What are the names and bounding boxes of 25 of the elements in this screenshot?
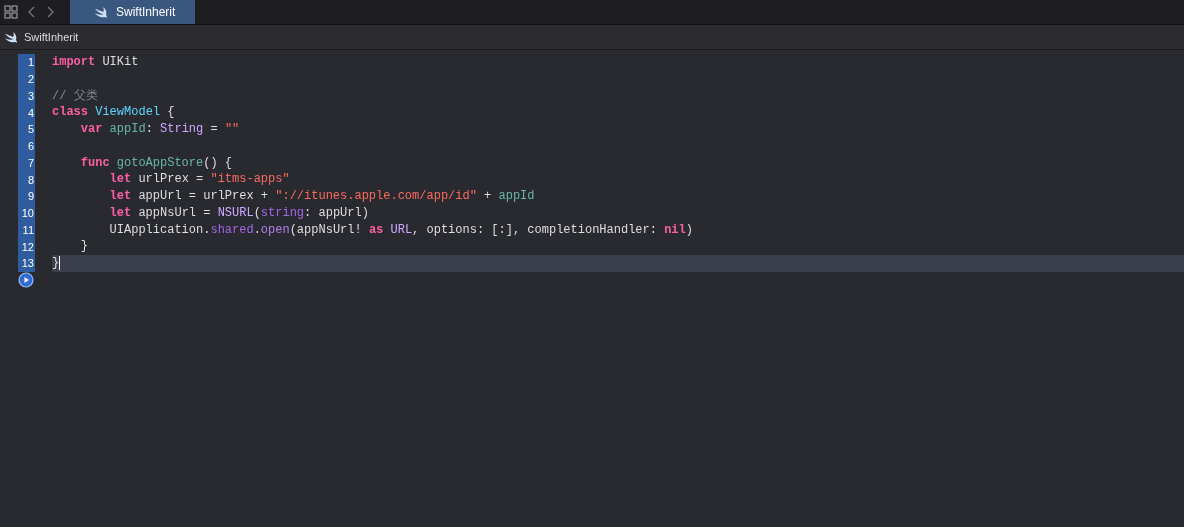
line-number: 5 [18, 121, 35, 138]
forward-icon[interactable] [46, 6, 54, 18]
code-line: UIApplication.shared.open(appNsUrl! as URL, options: [:], completionHandler: nil) [108, 221, 694, 239]
code-line: // 父类 [52, 87, 99, 105]
code-line: func gotoAppStore() { [79, 154, 234, 172]
back-icon[interactable] [28, 6, 36, 18]
code-line: let appUrl = urlPrex + "://itunes.apple.com/app/id" + appId [108, 188, 536, 205]
code-line: import UIKit [52, 54, 140, 71]
editor-tab[interactable]: SwiftInherit [70, 0, 196, 24]
code-line: } [79, 238, 89, 255]
line-number: 12 [18, 238, 35, 255]
swift-icon [4, 31, 18, 43]
code-line: let appNsUrl = NSURL(string: appUrl) [108, 204, 370, 222]
code-line: class ViewModel { [52, 104, 176, 121]
line-number: 13 [18, 255, 35, 272]
grid-icon[interactable] [4, 5, 18, 19]
swift-icon [94, 6, 108, 18]
line-number: 8 [18, 171, 35, 188]
run-icon[interactable] [18, 271, 34, 288]
line-number: 9 [18, 188, 35, 205]
code-line: var appId: String = "" [79, 121, 241, 138]
line-number: 1 [18, 54, 35, 71]
breadcrumb-item[interactable]: SwiftInherit [24, 31, 79, 43]
line-number: 4 [18, 104, 35, 121]
code-line: let urlPrex = "itms-apps" [108, 171, 291, 188]
